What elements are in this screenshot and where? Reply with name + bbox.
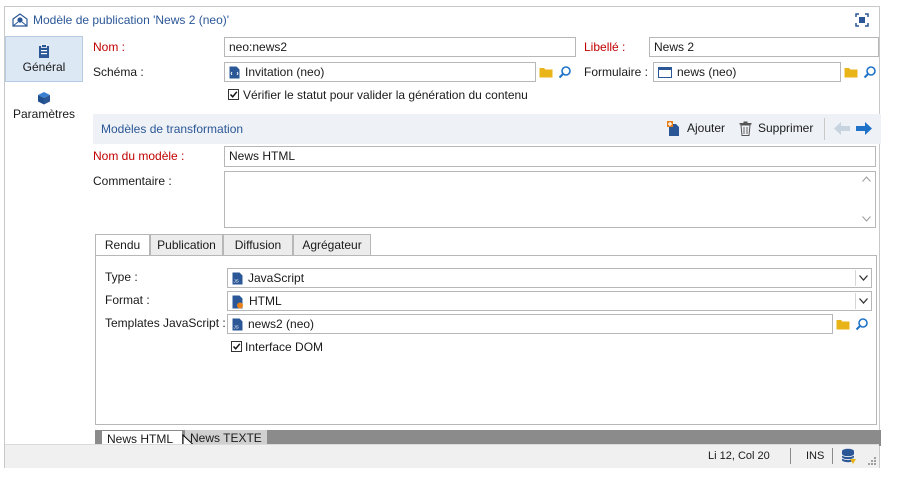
type-select[interactable]: JS JavaScript — [227, 268, 872, 288]
scroll-down-icon[interactable] — [862, 216, 871, 222]
sidebar: Général Paramètres — [5, 34, 85, 444]
format-value: HTML — [249, 294, 282, 308]
publication-icon — [12, 13, 28, 27]
model-name-value: News HTML — [229, 149, 296, 163]
javascript-file-icon: JS — [232, 318, 243, 331]
templates-field[interactable]: JS news2 (neo) — [227, 314, 833, 334]
format-select[interactable]: HTML — [227, 291, 872, 311]
resize-grip-icon[interactable] — [867, 456, 877, 466]
form-icon — [658, 67, 672, 79]
maximize-icon[interactable] — [855, 13, 869, 27]
comment-label: Commentaire : — [93, 174, 172, 188]
title-bar: Modèle de publication 'News 2 (neo)' — [5, 7, 879, 33]
model-name-label: Nom du modèle : — [93, 149, 185, 163]
database-icon[interactable] — [841, 448, 857, 465]
sidebar-item-general[interactable]: Général — [5, 36, 83, 82]
model-name-field[interactable]: News HTML — [224, 146, 876, 167]
comment-textarea[interactable] — [224, 171, 876, 228]
transformation-section-header: Modèles de transformation Ajouter Suppri… — [93, 114, 881, 144]
nom-label: Nom : — [93, 40, 126, 54]
rendu-panel: Type : JS JavaScript Format : HTML Templ… — [95, 255, 877, 425]
publication-template-window: Modèle de publication 'News 2 (neo)' Gén… — [4, 6, 881, 468]
svg-text:JS: JS — [234, 279, 239, 284]
cursor-position: Li 12, Col 20 — [708, 450, 770, 462]
sidebar-item-label: Paramètres — [12, 107, 76, 121]
verify-status-checkbox[interactable] — [228, 89, 239, 100]
search-icon[interactable] — [558, 65, 572, 79]
type-dropdown[interactable] — [855, 270, 870, 286]
chevron-down-icon — [859, 298, 868, 304]
search-icon[interactable] — [863, 65, 877, 79]
libelle-field[interactable]: News 2 — [649, 37, 879, 57]
schema-value: Invitation (neo) — [245, 65, 325, 79]
format-label: Format : — [105, 293, 150, 307]
section-title: Modèles de transformation — [101, 122, 244, 136]
schema-field[interactable]: Invitation (neo) — [224, 62, 536, 82]
type-value: JavaScript — [248, 271, 305, 285]
html-file-icon — [232, 295, 243, 309]
dom-interface-label: Interface DOM — [245, 340, 324, 354]
status-bar: Li 12, Col 20 INS — [5, 444, 879, 468]
templates-label: Templates JavaScript : — [105, 316, 226, 330]
chevron-down-icon — [859, 275, 868, 281]
model-tab-label: News TEXTE — [190, 431, 262, 445]
add-label: Ajouter — [687, 121, 726, 135]
schema-icon — [229, 66, 240, 79]
formulaire-value: news (neo) — [677, 65, 737, 79]
cube-icon — [38, 92, 50, 105]
nom-value: neo:news2 — [229, 40, 288, 54]
trash-icon — [739, 121, 752, 136]
clipboard-icon — [39, 44, 49, 58]
checkmark-icon — [232, 343, 241, 350]
comment-scrollbar[interactable] — [859, 172, 875, 227]
window-title: Modèle de publication 'News 2 (neo)' — [33, 13, 230, 27]
arrow-left-icon[interactable] — [834, 122, 850, 135]
folder-icon[interactable] — [539, 65, 553, 79]
tab-rendu[interactable]: Rendu — [95, 234, 150, 257]
main-panel: Nom : neo:news2 Libellé : News 2 Schéma … — [87, 34, 881, 453]
arrow-right-icon[interactable] — [856, 122, 872, 135]
javascript-file-icon: JS — [232, 272, 243, 285]
format-dropdown[interactable] — [855, 293, 870, 309]
formulaire-label: Formulaire : — [584, 65, 649, 79]
tab-label: Agrégateur — [302, 238, 362, 252]
add-document-icon — [667, 121, 679, 136]
delete-button[interactable]: Supprimer — [739, 114, 819, 144]
add-button[interactable]: Ajouter — [667, 114, 731, 144]
tab-diffusion[interactable]: Diffusion — [223, 234, 293, 256]
schema-label: Schéma : — [93, 65, 144, 79]
search-icon[interactable] — [855, 317, 869, 331]
folder-icon[interactable] — [836, 317, 850, 331]
type-label: Type : — [105, 270, 138, 284]
dom-interface-checkbox[interactable] — [231, 341, 242, 352]
libelle-label: Libellé : — [584, 40, 626, 54]
insert-mode: INS — [806, 450, 825, 462]
sidebar-item-parametres[interactable]: Paramètres — [5, 84, 83, 130]
delete-label: Supprimer — [758, 121, 814, 135]
toolbar-separator — [824, 118, 825, 140]
tab-agregateur[interactable]: Agrégateur — [293, 234, 371, 256]
scroll-up-icon[interactable] — [862, 176, 871, 182]
templates-value: news2 (neo) — [248, 317, 315, 331]
nom-field[interactable]: neo:news2 — [224, 37, 576, 57]
verify-status-label: Vérifier le statut pour valider la génér… — [243, 88, 528, 102]
tab-label: Rendu — [104, 238, 141, 252]
formulaire-field[interactable]: news (neo) — [653, 62, 841, 82]
tab-publication[interactable]: Publication — [150, 234, 223, 256]
svg-text:JS: JS — [234, 325, 239, 330]
tab-label: Diffusion — [234, 238, 282, 252]
checkmark-icon — [229, 91, 238, 98]
status-separator — [832, 448, 833, 464]
libelle-value: News 2 — [654, 40, 695, 54]
folder-icon[interactable] — [844, 65, 858, 79]
sidebar-item-label: Général — [22, 60, 66, 74]
status-separator — [790, 448, 791, 464]
tab-label: Publication — [157, 238, 216, 252]
